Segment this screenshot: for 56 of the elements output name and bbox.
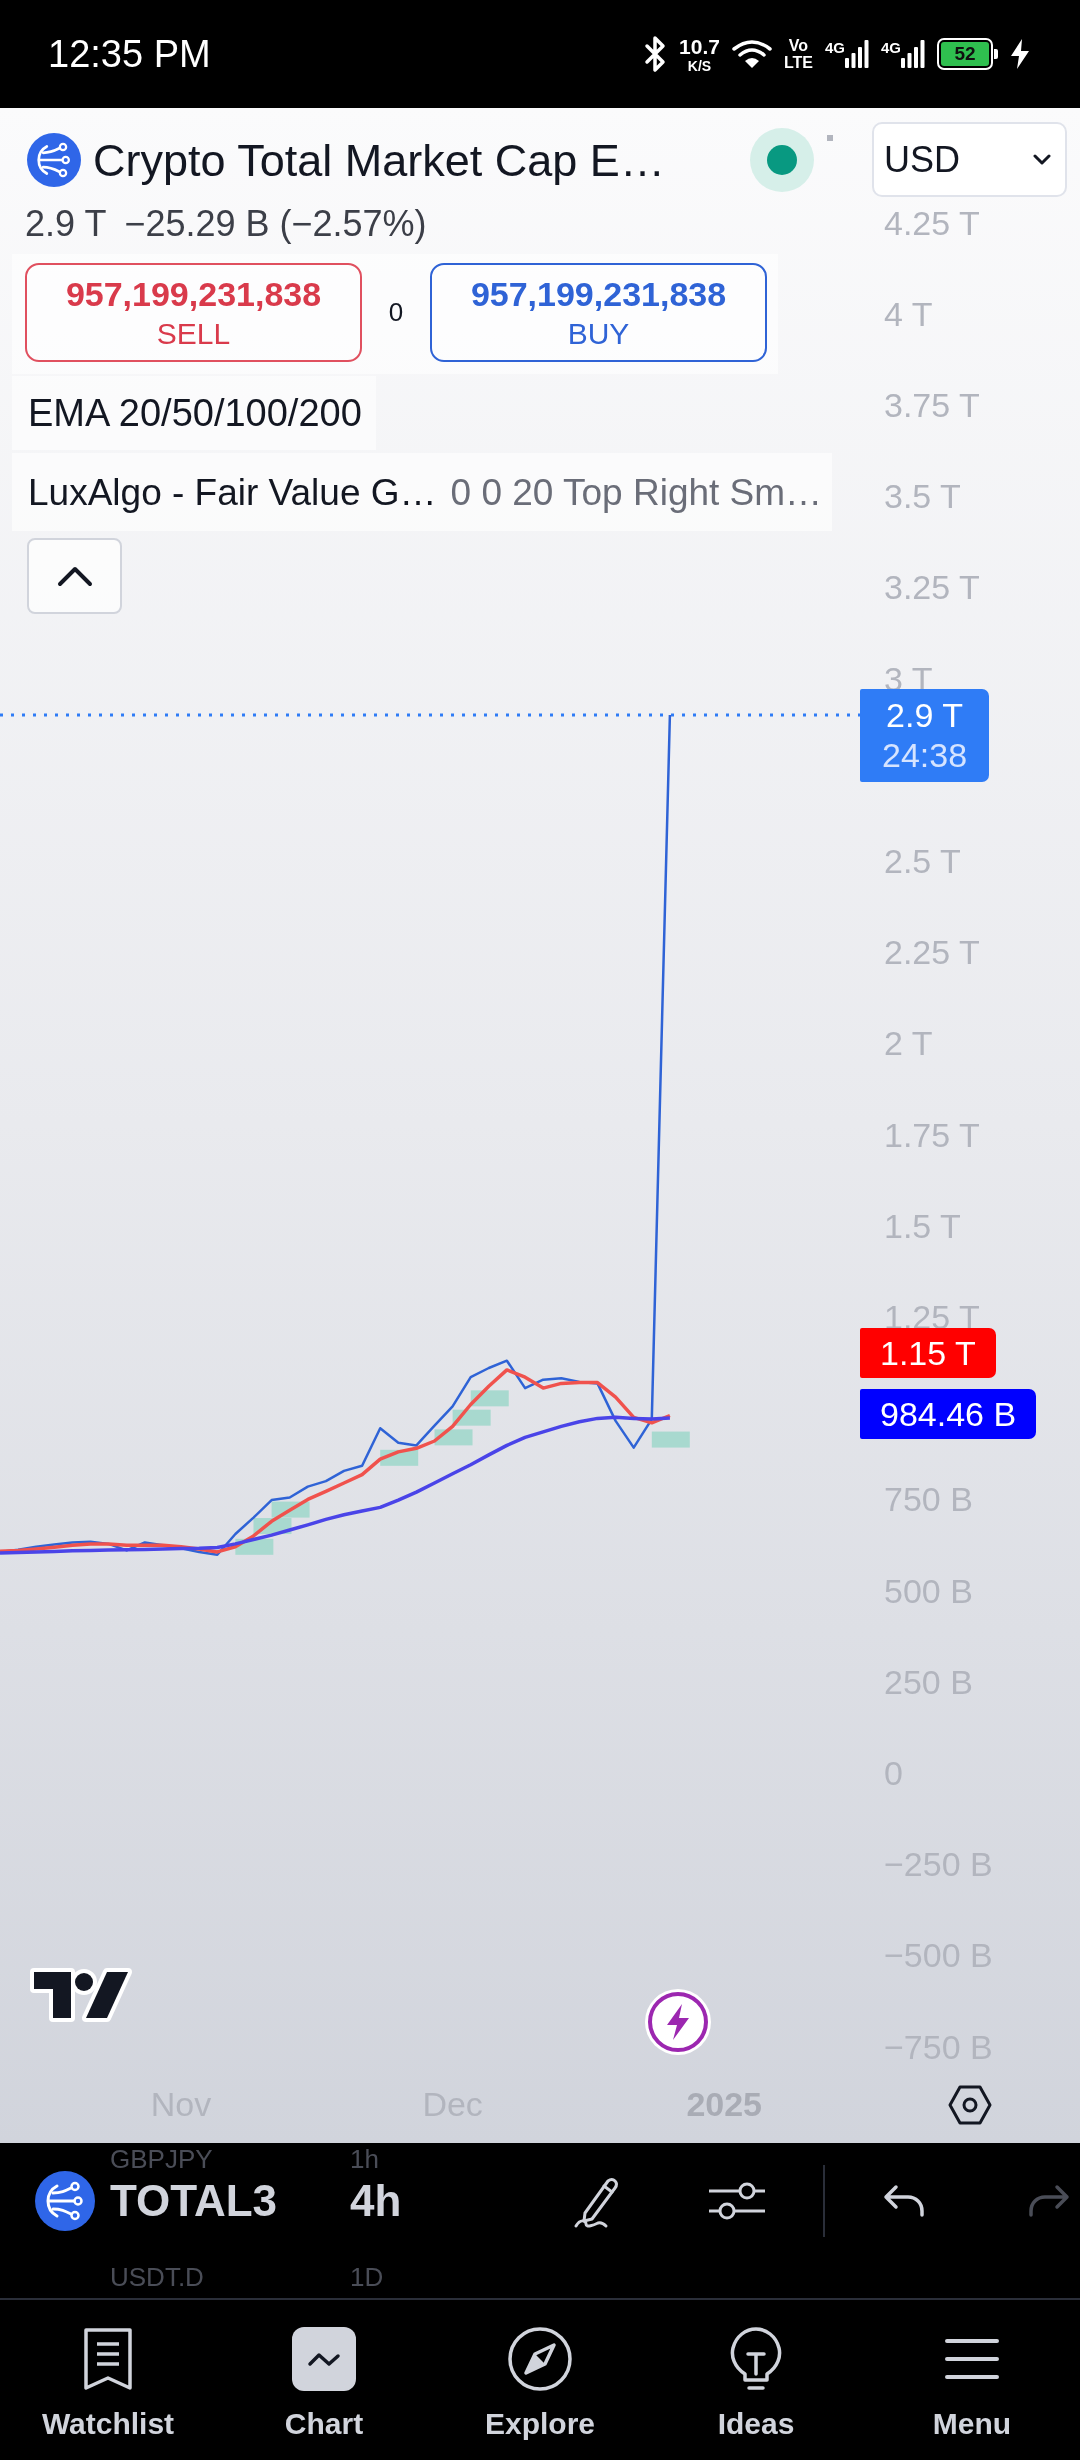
- undo-icon[interactable]: [882, 2183, 926, 2219]
- settings-icon[interactable]: [948, 2085, 992, 2125]
- axis-label: 4 T: [884, 293, 933, 334]
- axis-label: 3.75 T: [884, 384, 980, 425]
- network-type: 4G: [824, 40, 845, 55]
- price-label: 1.15 T: [860, 1328, 996, 1378]
- network-speed-unit: K/S: [687, 58, 712, 73]
- interval: 1h: [350, 2146, 379, 2172]
- interval[interactable]: 4h: [350, 2179, 402, 2223]
- axis-label: 4.25 T: [884, 202, 980, 243]
- lines-logo-icon: [35, 2171, 95, 2231]
- nav-tab[interactable]: Watchlist: [0, 2300, 216, 2460]
- nav-tab[interactable]: Menu: [864, 2300, 1080, 2460]
- wifi-icon: [731, 39, 772, 69]
- symbol-name: GBPJPY: [110, 2146, 214, 2172]
- countdown-timer: 24:38: [882, 735, 968, 775]
- nav-tab[interactable]: Ideas: [648, 2300, 864, 2460]
- axis-label: 3.25 T: [884, 567, 980, 608]
- price-change: −25.29 B (−2.57%): [124, 206, 427, 242]
- axis-label: 3.5 T: [884, 476, 961, 517]
- status-dot-icon: [750, 128, 814, 192]
- indicator-legend-item[interactable]: LuxAlgo - Fair Value G… 0 0 20 Top Right Sm…: [12, 453, 833, 531]
- nav-tab[interactable]: Explore: [432, 2300, 648, 2460]
- network-type: 4G: [881, 40, 901, 55]
- currency-dropdown[interactable]: USD: [872, 122, 1067, 197]
- axis-label: 2 T: [884, 1023, 933, 1064]
- network-speed: 10.7: [679, 35, 720, 57]
- symbol-name: USDT.D: [110, 2264, 205, 2290]
- nav-tab[interactable]: Chart: [216, 2300, 432, 2460]
- lines-logo-icon: [27, 133, 81, 187]
- buy-button[interactable]: 957,199,231,838 BUY: [430, 263, 767, 362]
- gap-zone: [651, 1431, 690, 1448]
- last-price: 2.9 T: [25, 206, 107, 242]
- volte-label: LTE: [783, 54, 813, 71]
- spread-value: 0: [387, 296, 405, 329]
- battery-percent: 52: [941, 42, 989, 66]
- indicator-legend-item[interactable]: EMA 20/50/100/200: [12, 376, 376, 450]
- interval: 1D: [350, 2264, 384, 2290]
- chevron-up-icon: [56, 565, 93, 587]
- collapse-button[interactable]: [27, 538, 122, 614]
- axis-label: 2.25 T: [884, 932, 980, 973]
- price-value: 2.9 T: [886, 695, 963, 735]
- signal-icon: [901, 40, 925, 68]
- axis-label: 2.5 T: [884, 840, 961, 881]
- price-label: 984.46 B: [860, 1389, 1037, 1439]
- lightning-icon[interactable]: [644, 1988, 712, 2056]
- signal-icon: [845, 40, 869, 68]
- volte-label: Vo: [788, 37, 809, 54]
- symbol-name[interactable]: TOTAL3: [110, 2179, 350, 2223]
- chevron-down-icon: [1033, 153, 1051, 166]
- chart-title: Crypto Total Market Cap E…: [93, 137, 665, 183]
- clock: 12:35 PM: [48, 35, 211, 73]
- logo-icon: [29, 1967, 133, 2025]
- bluetooth-icon: [643, 35, 668, 73]
- bolt-icon: [1010, 39, 1030, 69]
- sell-button[interactable]: 957,199,231,838 SELL: [25, 263, 362, 362]
